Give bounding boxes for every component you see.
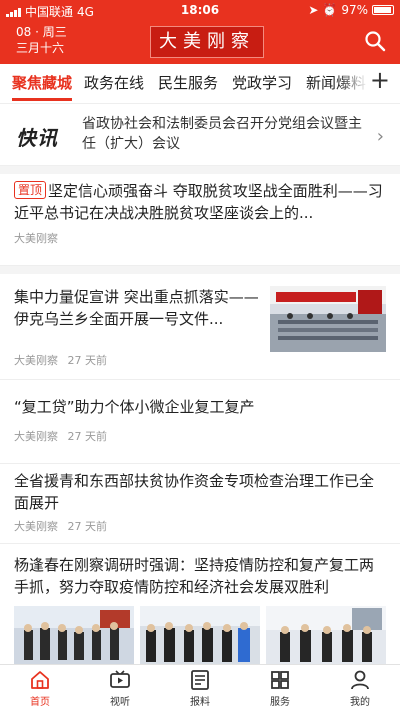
gallery-image-3 [266, 606, 386, 664]
chevron-right-icon: › [376, 126, 384, 147]
location-icon: ➤ [308, 3, 319, 17]
grid-icon [271, 671, 289, 689]
nav-report-label: 报料 [190, 697, 210, 708]
article-title: 集中力量促宣讲 突出重点抓落实——伊克乌兰乡全面开展一号文件... [14, 288, 259, 328]
category-tabs: 聚焦藏城 政务在线 民生服务 党政学习 新闻爆料 + [0, 64, 400, 104]
flash-text: 省政协社会和法制委员会召开分党组会议暨主任（扩大）会议 [82, 116, 362, 152]
search-icon [365, 31, 386, 52]
nav-profile[interactable]: 我的 [320, 665, 400, 711]
date-line-lunar: 三月十六 [16, 41, 65, 55]
bottom-nav: 首页 视听 报料 服务 我的 [0, 664, 400, 711]
article-time: 27 天前 [67, 520, 108, 533]
article-source: 大美刚察 [14, 520, 58, 533]
nav-video[interactable]: 视听 [80, 665, 160, 711]
article-meta: 大美刚察 27 天前 [14, 428, 107, 444]
tab-livelihood-services[interactable]: 民生服务 [158, 72, 218, 93]
article-item[interactable]: 全省援青和东西部扶贫协作资金专项检查治理工作已全面展开 大美刚察 27 天前 [0, 464, 400, 544]
article-title-text: 坚定信心顽强奋斗 夺取脱贫攻坚战全面胜利——习近平总书记在决战决胜脱贫攻坚座谈会… [14, 182, 383, 222]
nav-services[interactable]: 服务 [240, 665, 320, 711]
article-title: “复工贷”助力个体小微企业复工复产 [14, 398, 255, 416]
article-pinned[interactable]: 置顶 坚定信心顽强奋斗 夺取脱贫攻坚战全面胜利——习近平总书记在决战决胜脱贫攻坚座… [0, 174, 400, 266]
active-tab-indicator [12, 98, 72, 101]
report-icon [191, 670, 209, 690]
video-icon [110, 670, 130, 688]
article-source: 大美刚察 [14, 354, 58, 367]
date-line-weekday: 08 · 周三 [16, 25, 67, 39]
article-title: 置顶 坚定信心顽强奋斗 夺取脱贫攻坚战全面胜利——习近平总书记在决战决胜脱贫攻坚座… [14, 180, 386, 224]
tab-focus-city[interactable]: 聚焦藏城 [12, 72, 72, 93]
article-with-thumbnail[interactable]: 集中力量促宣讲 突出重点抓落实——伊克乌兰乡全面开展一号文件... 大美刚察 2… [0, 274, 400, 380]
profile-icon [351, 670, 369, 690]
top-bar: 中国联通 4G 18:06 ➤ ⏰ 97% 08 · 周三 三月十六 大美刚察 [0, 0, 400, 64]
nav-report[interactable]: 报料 [160, 665, 240, 711]
tabs-fade [338, 64, 368, 102]
nav-profile-label: 我的 [350, 697, 370, 708]
tab-government-online[interactable]: 政务在线 [84, 72, 144, 93]
tab-party-study[interactable]: 党政学习 [232, 72, 292, 93]
article-item[interactable]: “复工贷”助力个体小微企业复工复产 大美刚察 27 天前 [0, 382, 400, 464]
date-display: 08 · 周三 三月十六 [16, 24, 67, 56]
battery-icon [372, 5, 394, 15]
flash-badge: 快讯 [16, 126, 58, 150]
article-time: 27 天前 [67, 354, 108, 367]
article-with-gallery[interactable]: 杨逢春在刚察调研时强调：坚持疫情防控和复产复工两手抓，努力夺取疫情防控和经济社会… [0, 546, 400, 664]
status-bar: 中国联通 4G 18:06 ➤ ⏰ 97% [0, 0, 400, 22]
article-time: 27 天前 [67, 430, 108, 443]
nav-video-label: 视听 [110, 697, 130, 708]
pinned-badge: 置顶 [14, 181, 47, 199]
nav-services-label: 服务 [270, 697, 290, 708]
app-logo: 大美刚察 [150, 26, 264, 58]
home-icon [31, 671, 49, 689]
gallery-image-2 [140, 606, 260, 664]
article-source: 大美刚察 [14, 430, 58, 443]
nav-home-label: 首页 [30, 697, 50, 708]
article-title: 杨逢春在刚察调研时强调：坚持疫情防控和复产复工两手抓，努力夺取疫情防控和经济社会… [14, 556, 375, 596]
section-divider [0, 166, 400, 174]
gallery-image-1 [14, 606, 134, 664]
article-title: 全省援青和东西部扶贫协作资金专项检查治理工作已全面展开 [14, 472, 375, 512]
section-divider [0, 266, 400, 274]
flash-news-row[interactable]: 快讯 省政协社会和法制委员会召开分党组会议暨主任（扩大）会议 › [0, 106, 400, 166]
search-button[interactable] [364, 30, 386, 52]
article-meta: 大美刚察 27 天前 [14, 352, 107, 368]
article-thumbnail [270, 286, 386, 352]
alarm-icon: ⏰ [322, 3, 338, 17]
battery-percent: 97% [341, 3, 368, 17]
nav-home[interactable]: 首页 [0, 665, 80, 711]
article-source: 大美刚察 [14, 232, 58, 245]
plus-icon[interactable]: + [370, 66, 390, 94]
article-meta: 大美刚察 27 天前 [14, 518, 107, 534]
